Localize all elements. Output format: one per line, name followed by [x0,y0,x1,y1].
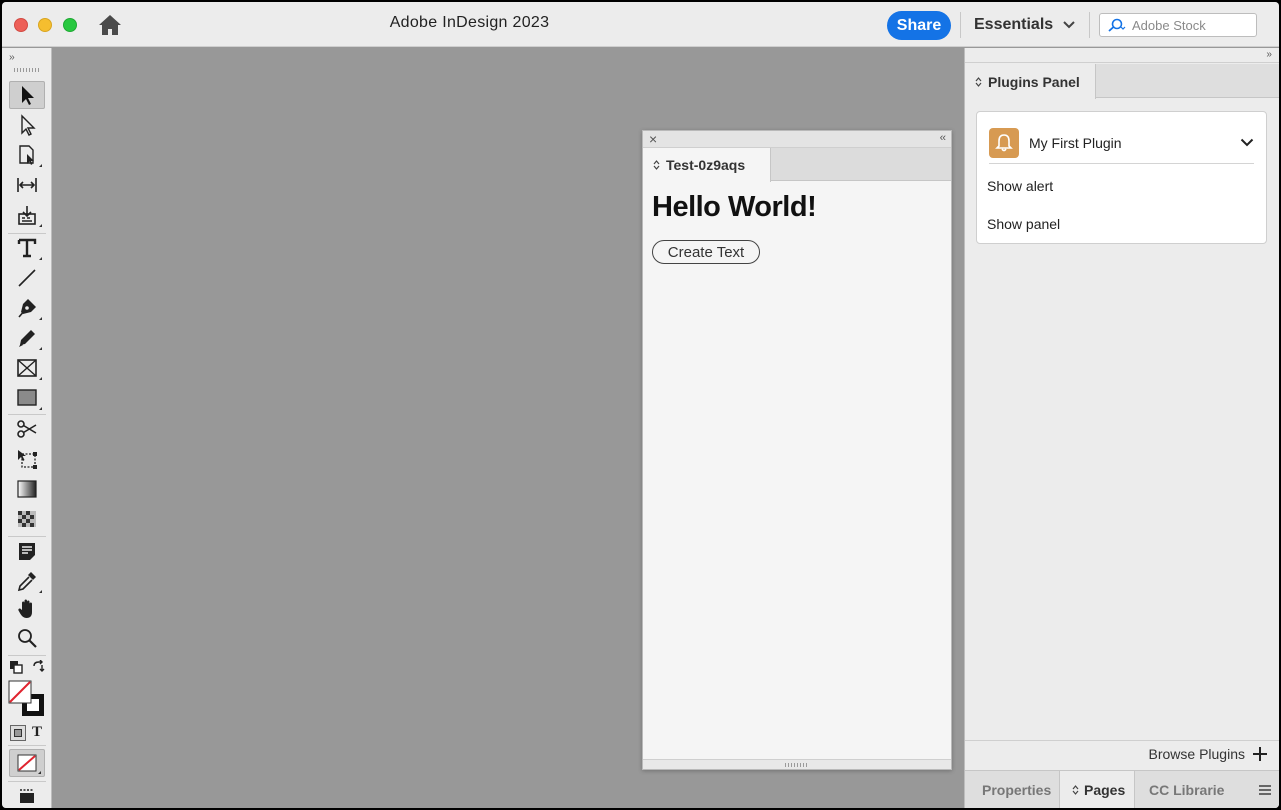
divider [8,745,46,746]
sort-arrows-icon [975,76,982,87]
tab-test-panel[interactable]: Test-0z9aqs [643,148,771,182]
scissors-tool-icon[interactable] [9,415,45,443]
tab-label: Plugins Panel [988,73,1080,90]
rectangle-tool-icon[interactable] [9,384,45,412]
gradient-swatch-tool-icon[interactable] [9,475,45,503]
divider [8,655,46,656]
hello-heading: Hello World! [652,191,817,223]
chevron-down-icon[interactable] [1240,138,1254,147]
default-fill-stroke-icon[interactable] [9,660,23,674]
right-dock: ›› Plugins Panel My First Plugin Show al… [964,48,1279,808]
tools-panel: ›› T [2,48,52,808]
page-tool-icon[interactable] [9,141,45,169]
plugin-card: My First Plugin Show alert Show panel [976,111,1267,244]
show-alert-item[interactable]: Show alert [987,178,1053,194]
gradient-feather-tool-icon[interactable] [9,505,45,533]
app-window: Adobe InDesign 2023 Share Essentials ›› [2,2,1279,808]
hand-tool-icon[interactable] [9,595,45,623]
rectangle-frame-tool-icon[interactable] [9,354,45,382]
selection-tool-icon[interactable] [9,81,45,109]
apply-none-icon[interactable] [9,749,45,777]
panel-menu-icon[interactable] [1259,785,1271,795]
close-icon[interactable]: × [649,131,657,147]
dock-footer: Browse Plugins [965,740,1279,770]
tab-label: Pages [1084,782,1126,798]
search-input[interactable] [1132,17,1252,33]
free-transform-tool-icon[interactable] [9,445,45,473]
resize-grip[interactable] [785,763,809,767]
screen-mode-icon[interactable] [17,788,37,804]
zoom-tool-icon[interactable] [9,624,45,652]
tab-label: Test-0z9aqs [666,157,746,173]
sort-arrows-icon [1072,785,1079,795]
type-tool-icon[interactable] [9,234,45,262]
tab-pages[interactable]: Pages [1059,771,1135,808]
content-collector-tool-icon[interactable] [9,201,45,229]
collapse-dock-icon[interactable]: ›› [1266,49,1272,60]
formatting-text-icon[interactable]: T [32,724,42,741]
plugin-bell-icon [989,127,1019,158]
fill-stroke-swatch[interactable] [8,680,46,718]
plugin-floating-panel: × ‹‹ Test-0z9aqs Hello World! Create Tex… [642,130,952,770]
app-title: Adobe InDesign 2023 [389,14,550,31]
title-bar: Adobe InDesign 2023 Share Essentials [2,2,1279,47]
plugin-header[interactable]: My First Plugin [989,122,1254,164]
tab-label: Properties [982,782,1052,798]
divider [8,781,46,782]
line-tool-icon[interactable] [9,264,45,292]
pencil-tool-icon[interactable] [9,324,45,352]
panel-resize-bar[interactable] [643,759,951,769]
toolbar-grip[interactable] [14,68,40,72]
panel-title-strip[interactable]: × ‹‹ [643,131,951,148]
tab-cc-libraries[interactable]: CC Librarie [1137,771,1237,808]
search-icon [1108,18,1126,32]
plus-icon [1253,747,1267,761]
collapse-panel-icon[interactable]: ‹‹ [940,132,946,144]
show-panel-item[interactable]: Show panel [987,216,1060,232]
plugin-name: My First Plugin [1029,134,1122,151]
swap-fill-stroke-icon[interactable] [31,659,45,674]
browse-plugins-button[interactable]: Browse Plugins [1148,746,1267,762]
tab-label: CC Librarie [1149,782,1225,798]
tab-plugins-panel[interactable]: Plugins Panel [965,64,1096,99]
dock-tab-row: Plugins Panel [965,64,1279,99]
direct-selection-tool-icon[interactable] [9,111,45,139]
formatting-container-icon[interactable] [10,725,26,741]
divider [960,12,961,38]
browse-plugins-label: Browse Plugins [1148,746,1246,762]
workspace-label: Essentials [974,16,1054,33]
dock-title-strip: ›› [965,48,1279,63]
eyedropper-tool-icon[interactable] [9,567,45,595]
share-button[interactable]: Share [887,11,951,40]
bottom-tab-row: Properties Pages CC Librarie [965,770,1279,808]
chevron-down-icon [1063,21,1075,29]
adobe-stock-search[interactable] [1099,13,1257,37]
collapse-toolbar-icon[interactable]: ›› [9,52,15,63]
create-text-button[interactable]: Create Text [652,240,760,264]
gap-tool-icon[interactable] [9,171,45,199]
tab-properties[interactable]: Properties [970,771,1062,808]
pen-tool-icon[interactable] [9,294,45,322]
workspace-switcher[interactable]: Essentials [974,16,1075,34]
divider [1089,12,1090,38]
panel-tab-row: Test-0z9aqs [643,148,951,182]
note-tool-icon[interactable] [9,537,45,565]
sort-arrows-icon [653,160,660,170]
